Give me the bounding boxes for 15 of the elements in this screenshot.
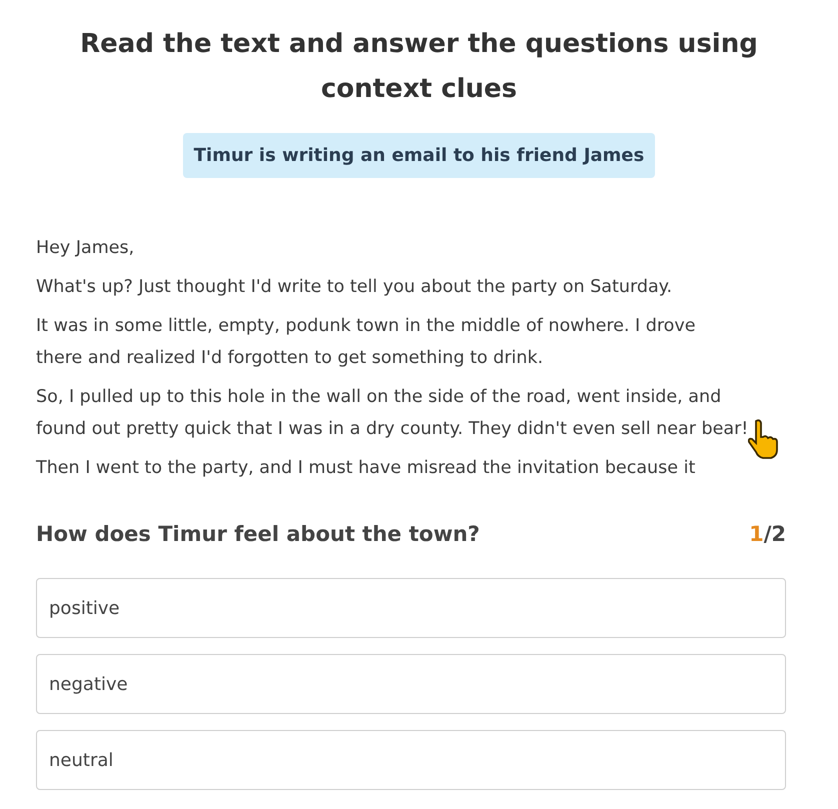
question-text: How does Timur feel about the town? [36, 522, 480, 546]
email-text: Hey James, [36, 237, 134, 260]
story-banner: Timur is writing an email to his friend James [182, 133, 656, 178]
email-text: Then I went to the party, and I must have misread the invitation because it [36, 457, 696, 480]
email-text: there and realized I'd forgotten to get something to drink. [36, 347, 544, 370]
answer-option[interactable]: positive [36, 578, 786, 638]
page-title: Read the text and answer the questions using context clues [79, 28, 759, 106]
email-text: It was in some little, empty, podunk town in the middle of nowhere. I drove [36, 315, 696, 338]
hand-pointer-icon [748, 419, 778, 459]
email-text: What's up? Just thought I'd write to tell you about the party on Saturday. [36, 276, 672, 299]
email-text: found out pretty quick that I was in a dry county. They didn't even sell near bear! [36, 418, 748, 441]
answer-option[interactable]: negative [36, 654, 786, 714]
question-counter: 1/2 [749, 522, 786, 546]
email-text: So, I pulled up to this hole in the wall on the side of the road, went inside, and [36, 386, 722, 409]
answer-option[interactable]: neutral [36, 730, 786, 790]
